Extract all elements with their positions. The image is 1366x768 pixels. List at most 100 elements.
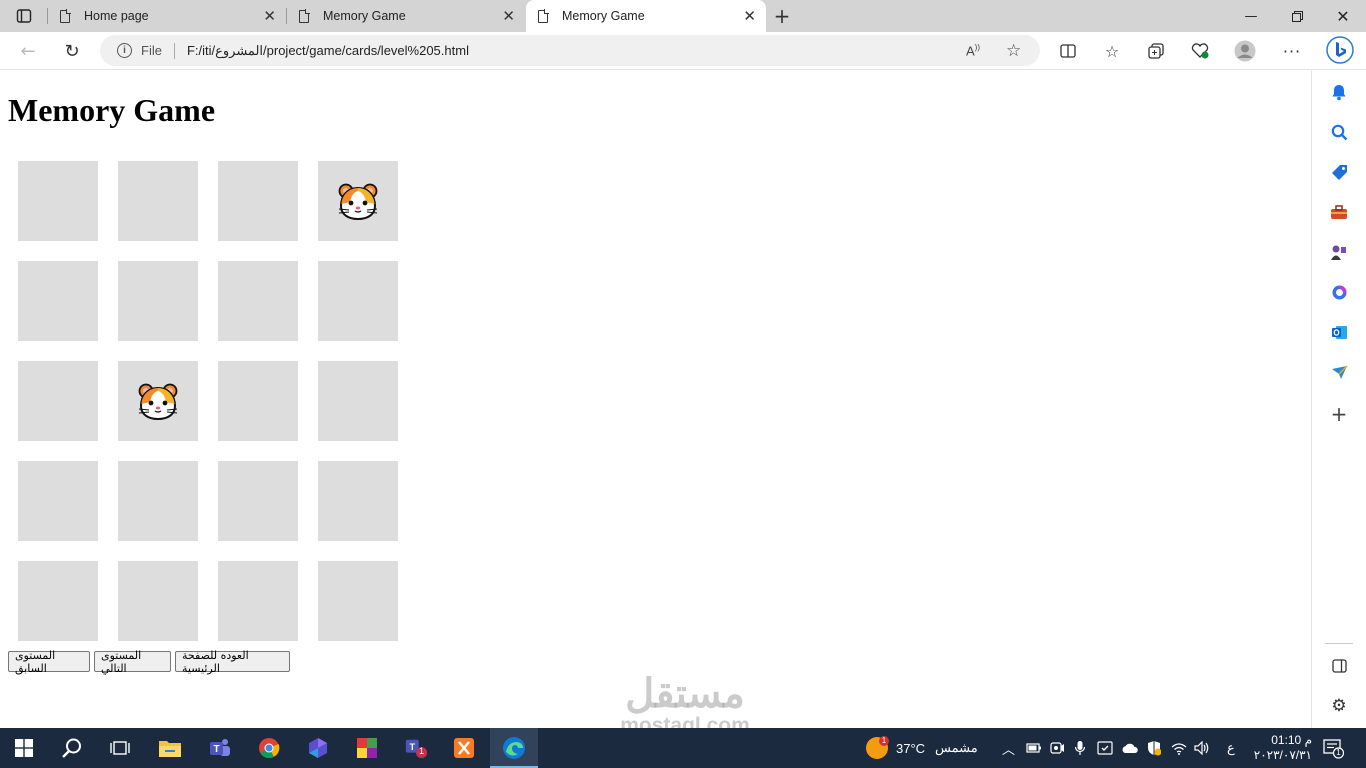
windows-start-icon[interactable]	[12, 736, 36, 760]
tab-title: Memory Game	[562, 9, 645, 23]
browser-essentials-icon[interactable]	[1189, 40, 1211, 62]
memory-card[interactable]	[218, 561, 298, 641]
url-text[interactable]: F:/iti/المشروع/project/game/cards/level%…	[187, 43, 469, 59]
tools-icon[interactable]	[1329, 202, 1349, 222]
info-icon[interactable]: i	[117, 43, 132, 58]
close-tab-icon[interactable]: ✕	[263, 7, 276, 25]
tray-camera-icon[interactable]	[1050, 728, 1065, 768]
memory-card[interactable]	[318, 461, 398, 541]
bing-copilot-icon[interactable]	[1326, 36, 1354, 64]
page-icon	[538, 9, 549, 23]
notification-bell-icon[interactable]	[1329, 82, 1349, 102]
memory-card[interactable]	[318, 561, 398, 641]
next-level-button[interactable]: المستوى التالي	[94, 649, 171, 675]
back-arrow-icon[interactable]: ←	[17, 40, 39, 62]
teams-badge: 1	[419, 746, 425, 756]
close-tab-icon[interactable]: ✕	[502, 7, 515, 25]
favorites-icon[interactable]: ☆	[1101, 40, 1123, 62]
tray-shield-icon[interactable]	[1147, 728, 1161, 768]
shopping-tag-icon[interactable]	[1329, 162, 1349, 182]
tray-security-icon[interactable]	[1097, 728, 1113, 768]
read-aloud-icon[interactable]: A))	[966, 43, 980, 58]
memory-card[interactable]	[18, 161, 98, 241]
tray-volume-icon[interactable]	[1194, 728, 1210, 768]
memory-card[interactable]	[218, 161, 298, 241]
tab-home-page[interactable]: Home page ✕	[48, 0, 286, 32]
watermark: مستقل mostaql.com	[600, 672, 770, 736]
close-window-button[interactable]: ✕	[1320, 0, 1366, 32]
clock-time: 01:10 م	[1271, 733, 1312, 747]
tray-onedrive-icon[interactable]	[1121, 728, 1139, 768]
clock[interactable]: 01:10 م ٢٠٢٣/٠٧/٣١	[1246, 728, 1312, 768]
notification-center-icon[interactable]: 1	[1322, 728, 1344, 768]
xampp-icon[interactable]	[452, 736, 476, 760]
memory-card[interactable]	[118, 161, 198, 241]
split-screen-icon[interactable]	[1057, 40, 1079, 62]
teams-icon[interactable]: T	[208, 736, 232, 760]
task-view-icon[interactable]	[108, 736, 132, 760]
winrar-icon[interactable]	[355, 736, 379, 760]
search-icon[interactable]	[60, 736, 84, 760]
tray-chevron-icon[interactable]: ︿	[1002, 728, 1015, 768]
settings-gear-icon[interactable]: ⚙	[1329, 696, 1349, 716]
edge-sidebar: + ⚙	[1311, 70, 1366, 728]
more-menu-icon[interactable]: ···	[1281, 40, 1303, 62]
memory-card[interactable]	[318, 261, 398, 341]
memory-card[interactable]	[218, 361, 298, 441]
tab-memory-game-active[interactable]: Memory Game ✕	[526, 0, 766, 32]
tray-wifi-icon[interactable]	[1171, 728, 1187, 768]
memory-card[interactable]	[118, 561, 198, 641]
browser-toolbar: ← ↻ i File F:/iti/المشروع/project/game/c…	[0, 32, 1366, 70]
address-bar[interactable]: i File F:/iti/المشروع/project/game/cards…	[100, 35, 1040, 66]
restore-button[interactable]	[1274, 0, 1320, 32]
memory-card[interactable]	[218, 261, 298, 341]
memory-card[interactable]	[18, 361, 98, 441]
tab-actions-icon[interactable]	[13, 5, 35, 27]
memory-card[interactable]	[218, 461, 298, 541]
home-page-button[interactable]: العوده للصفحة الرئيسية	[175, 649, 290, 675]
memory-card[interactable]	[118, 261, 198, 341]
svg-text:T: T	[213, 744, 219, 755]
tray-battery-icon[interactable]	[1026, 728, 1042, 768]
tab-memory-game[interactable]: Memory Game ✕	[287, 0, 525, 32]
weather-badge: 1	[879, 736, 889, 746]
teams-work-icon[interactable]: T 1	[404, 736, 428, 760]
memory-card[interactable]	[318, 161, 398, 241]
refresh-icon[interactable]: ↻	[61, 40, 83, 62]
tab-title: Memory Game	[323, 9, 406, 23]
taskbar: T T 1 1 37°C مشمس ︿ ع 01:10 م ٢٠٢٣/٠٧/٣١…	[0, 728, 1366, 768]
page-icon	[299, 9, 310, 23]
scheme-label: File	[141, 43, 162, 58]
memory-card[interactable]	[18, 261, 98, 341]
profile-avatar[interactable]	[1234, 40, 1256, 62]
memory-card[interactable]	[118, 361, 198, 441]
power-automate-icon[interactable]	[306, 736, 330, 760]
microsoft365-icon[interactable]	[1329, 282, 1349, 302]
outlook-icon[interactable]	[1329, 322, 1349, 342]
games-icon[interactable]	[1329, 242, 1349, 262]
favorite-star-icon[interactable]: ☆	[1006, 41, 1021, 61]
weather-text: مشمس	[935, 740, 978, 755]
notification-count: 1	[1336, 748, 1341, 757]
minimize-button[interactable]: —	[1228, 0, 1274, 32]
new-tab-icon[interactable]: +	[771, 4, 793, 28]
add-sidebar-app-icon[interactable]: +	[1329, 402, 1349, 426]
weather-widget[interactable]: 1 37°C مشمس	[866, 728, 978, 768]
previous-level-button[interactable]: المستوى السابق	[8, 649, 90, 675]
edge-taskbar-active[interactable]	[490, 728, 538, 768]
file-explorer-icon[interactable]	[158, 736, 182, 760]
page-content: Memory Game المستوى السابق المستوى التال…	[0, 70, 1311, 728]
memory-card[interactable]	[18, 561, 98, 641]
chrome-icon[interactable]	[257, 736, 281, 760]
search-icon[interactable]	[1329, 122, 1349, 142]
tray-microphone-icon[interactable]	[1074, 728, 1086, 768]
tab-title: Home page	[84, 9, 149, 23]
collections-icon[interactable]	[1145, 40, 1167, 62]
memory-card[interactable]	[18, 461, 98, 541]
drop-send-icon[interactable]	[1329, 362, 1349, 382]
memory-card[interactable]	[318, 361, 398, 441]
memory-card[interactable]	[118, 461, 198, 541]
close-tab-icon[interactable]: ✕	[743, 7, 756, 25]
hide-sidebar-icon[interactable]	[1329, 656, 1349, 676]
input-language-indicator[interactable]: ع	[1227, 728, 1235, 768]
